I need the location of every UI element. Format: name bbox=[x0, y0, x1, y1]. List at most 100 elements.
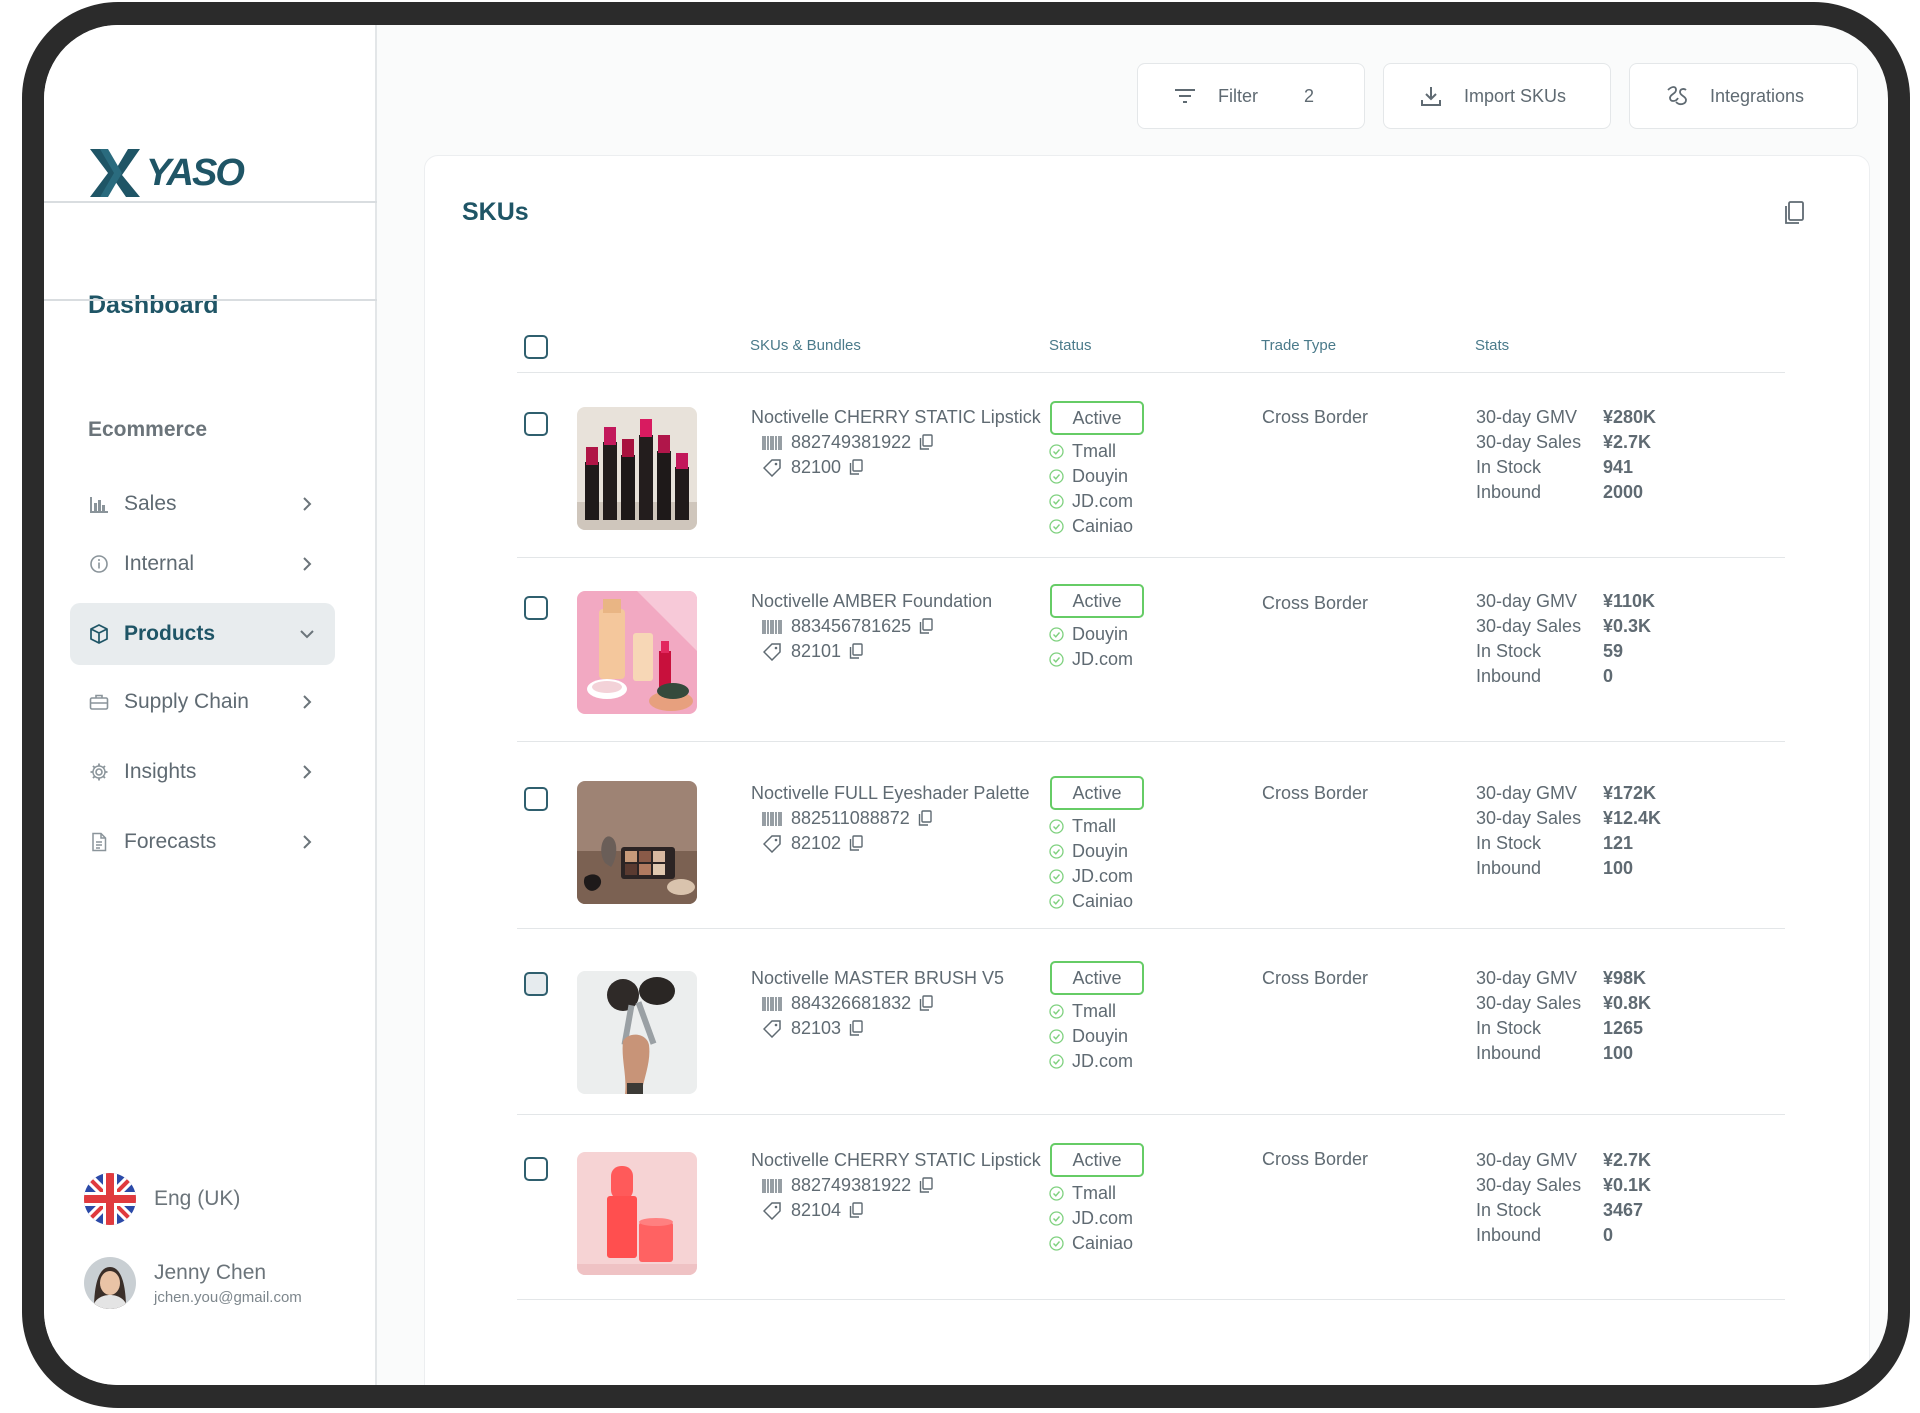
copy-icon[interactable] bbox=[919, 433, 935, 452]
row-checkbox[interactable] bbox=[524, 1157, 548, 1181]
sidebar-item-sales[interactable]: Sales bbox=[70, 473, 335, 535]
box-icon bbox=[88, 623, 110, 645]
bar-chart-icon bbox=[88, 493, 110, 515]
row-checkbox[interactable] bbox=[524, 412, 548, 436]
channel-item: Douyin bbox=[1049, 1026, 1128, 1047]
product-name[interactable]: Noctivelle CHERRY STATIC Lipstick bbox=[751, 407, 1041, 428]
tag-icon bbox=[761, 1019, 783, 1039]
product-name[interactable]: Noctivelle CHERRY STATIC Lipstick bbox=[751, 1150, 1041, 1171]
column-header-skus[interactable]: SKUs & Bundles bbox=[750, 337, 861, 354]
select-all-checkbox[interactable] bbox=[524, 335, 548, 359]
status-badge[interactable]: Active bbox=[1050, 584, 1144, 618]
tag-value: 82102 bbox=[791, 833, 842, 853]
product-image[interactable] bbox=[577, 1152, 697, 1275]
channel-name: Douyin bbox=[1072, 466, 1129, 486]
stat-label: 30-day GMV bbox=[1476, 407, 1578, 427]
sidebar-item-products[interactable]: Products bbox=[70, 603, 335, 665]
product-image[interactable] bbox=[577, 591, 697, 714]
stat-label: Inbound bbox=[1476, 858, 1542, 878]
column-header-stats[interactable]: Stats bbox=[1475, 337, 1509, 354]
copy-icon[interactable] bbox=[849, 1019, 865, 1038]
status-badge[interactable]: Active bbox=[1050, 1143, 1144, 1177]
stat-value-in-stock: 1265 bbox=[1603, 1018, 1644, 1038]
check-circle-icon bbox=[1049, 844, 1064, 859]
column-header-trade-type[interactable]: Trade Type bbox=[1261, 337, 1336, 354]
product-image[interactable] bbox=[577, 407, 697, 530]
channel-name: JD.com bbox=[1072, 866, 1134, 886]
product-image[interactable] bbox=[577, 971, 697, 1094]
copy-icon[interactable] bbox=[919, 617, 935, 636]
language-selector[interactable]: Eng (UK) bbox=[84, 1173, 240, 1225]
stat-value-gmv: ¥172K bbox=[1603, 783, 1657, 803]
stat-value-inbound: 0 bbox=[1603, 1225, 1614, 1245]
status-badge[interactable]: Active bbox=[1050, 776, 1144, 810]
integrations-button[interactable]: Integrations bbox=[1629, 63, 1858, 129]
row-checkbox[interactable] bbox=[524, 787, 548, 811]
product-tag: 82103 bbox=[761, 1018, 865, 1039]
stat-value-sales: ¥12.4K bbox=[1603, 808, 1662, 828]
check-circle-icon bbox=[1049, 652, 1064, 667]
stat-value-in-stock: 59 bbox=[1603, 641, 1624, 661]
channel-name: Douyin bbox=[1072, 1026, 1129, 1046]
info-icon bbox=[88, 553, 110, 575]
import-skus-button[interactable]: Import SKUs bbox=[1383, 63, 1611, 129]
copy-icon[interactable] bbox=[918, 809, 934, 828]
copy-icon[interactable] bbox=[919, 994, 935, 1013]
channel-item: Cainiao bbox=[1049, 891, 1133, 912]
copy-icon[interactable] bbox=[919, 1176, 935, 1195]
stat-value-in-stock: 121 bbox=[1603, 833, 1634, 853]
skus-card: SKUs SKUs & Bundles Status Trade Type St… bbox=[424, 155, 1870, 1385]
product-image[interactable] bbox=[577, 781, 697, 904]
copy-icon[interactable] bbox=[1783, 200, 1809, 226]
barcode-value: 884326681832 bbox=[791, 993, 912, 1013]
sidebar-item-internal[interactable]: Internal bbox=[70, 533, 335, 595]
channel-name: JD.com bbox=[1072, 1208, 1134, 1228]
trade-type: Cross Border bbox=[1262, 783, 1369, 803]
document-icon bbox=[88, 831, 110, 853]
copy-icon[interactable] bbox=[849, 458, 865, 477]
product-tag: 82104 bbox=[761, 1200, 865, 1221]
channel-name: Cainiao bbox=[1072, 891, 1134, 911]
row-checkbox[interactable] bbox=[524, 972, 548, 996]
sidebar-item-label: Products bbox=[124, 622, 216, 645]
app-screen: YASO Dashboard Ecommerce Sales Internal … bbox=[44, 25, 1888, 1385]
product-name[interactable]: Noctivelle AMBER Foundation bbox=[751, 591, 992, 612]
brand-logo[interactable]: YASO bbox=[88, 147, 245, 199]
sidebar-item-forecasts[interactable]: Forecasts bbox=[70, 811, 335, 873]
tag-icon bbox=[761, 458, 783, 478]
copy-icon[interactable] bbox=[849, 1201, 865, 1220]
row-divider bbox=[517, 1299, 1785, 1300]
page-title: SKUs bbox=[462, 198, 529, 226]
chevron-right-icon bbox=[295, 552, 319, 576]
sidebar-item-insights[interactable]: Insights bbox=[70, 741, 335, 803]
sidebar-item-label: Insights bbox=[124, 760, 197, 783]
check-circle-icon bbox=[1049, 1054, 1064, 1069]
copy-icon[interactable] bbox=[849, 642, 865, 661]
channel-name: Tmall bbox=[1072, 1001, 1116, 1021]
download-icon bbox=[1418, 83, 1444, 109]
status-badge[interactable]: Active bbox=[1050, 961, 1144, 995]
check-circle-icon bbox=[1049, 869, 1064, 884]
status-badge[interactable]: Active bbox=[1050, 401, 1144, 435]
stat-value-gmv: ¥110K bbox=[1603, 591, 1656, 611]
row-checkbox[interactable] bbox=[524, 596, 548, 620]
sidebar-item-supply-chain[interactable]: Supply Chain bbox=[70, 671, 335, 733]
trade-type: Cross Border bbox=[1262, 1149, 1369, 1169]
copy-icon[interactable] bbox=[849, 834, 865, 853]
channel-item: Cainiao bbox=[1049, 1233, 1133, 1254]
check-circle-icon bbox=[1049, 627, 1064, 642]
trade-type: Cross Border bbox=[1262, 407, 1369, 427]
filter-label: Filter bbox=[1218, 85, 1258, 106]
stat-value-sales: ¥0.8K bbox=[1603, 993, 1652, 1013]
column-header-status[interactable]: Status bbox=[1049, 337, 1092, 354]
channel-item: Tmall bbox=[1049, 1001, 1116, 1022]
product-name[interactable]: Noctivelle FULL Eyeshader Palette bbox=[751, 783, 1029, 804]
nav-dashboard[interactable]: Dashboard bbox=[88, 291, 219, 320]
channel-name: Tmall bbox=[1072, 1183, 1116, 1203]
tag-value: 82104 bbox=[791, 1200, 842, 1220]
product-name[interactable]: Noctivelle MASTER BRUSH V5 bbox=[751, 968, 1004, 989]
user-profile[interactable]: Jenny Chen jchen.you@gmail.com bbox=[84, 1257, 302, 1309]
channel-item: Tmall bbox=[1049, 441, 1116, 462]
filter-button[interactable]: Filter 2 bbox=[1137, 63, 1365, 129]
stat-label: In Stock bbox=[1476, 1018, 1542, 1038]
